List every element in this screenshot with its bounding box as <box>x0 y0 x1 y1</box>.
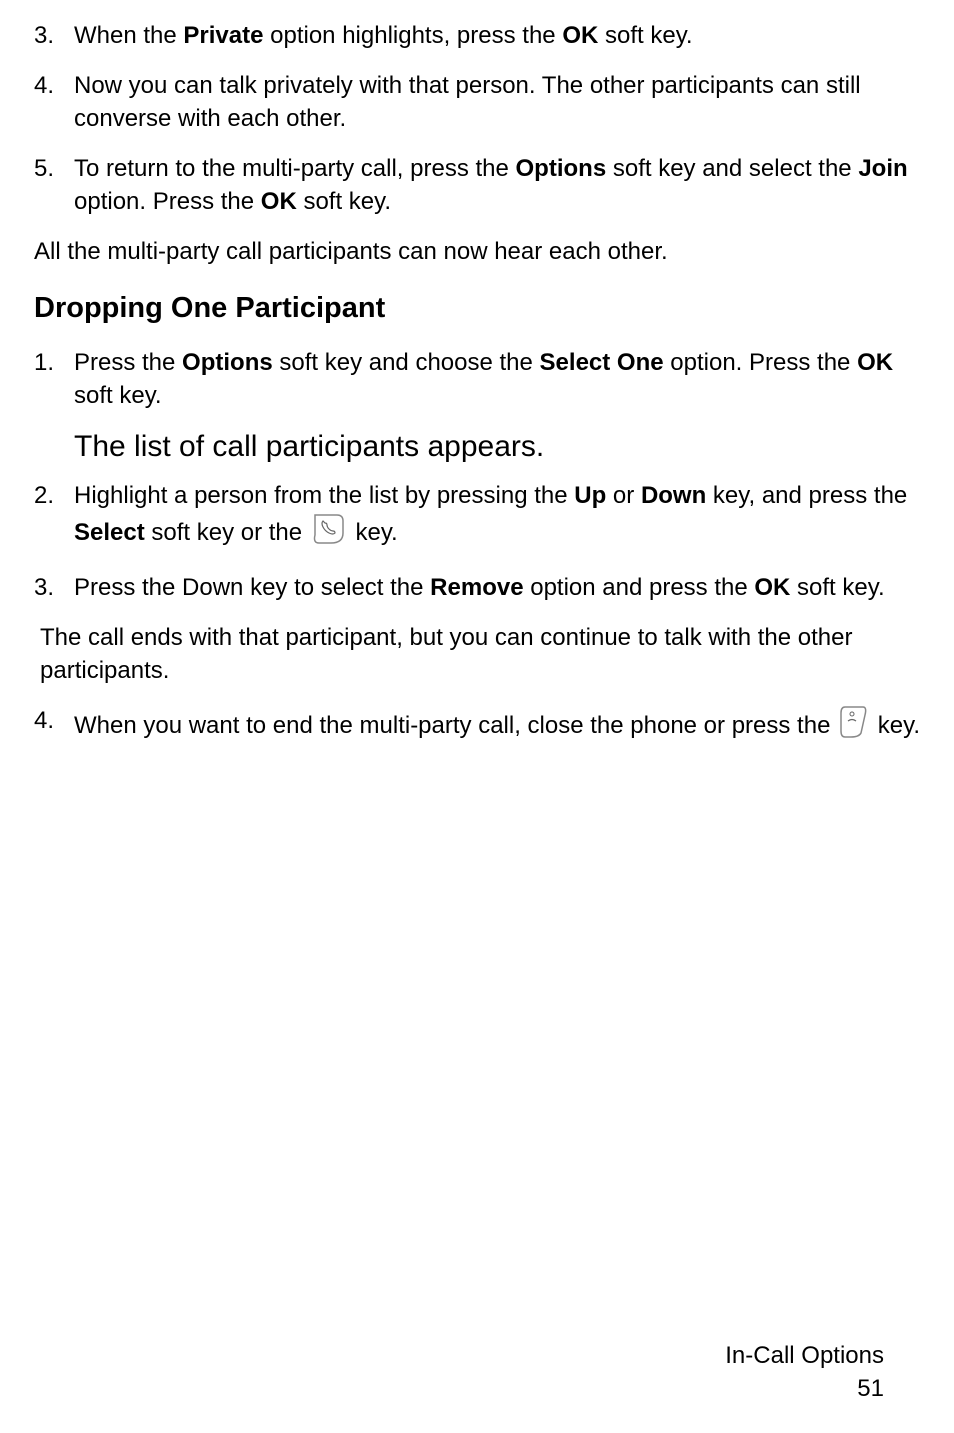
list-number: 4. <box>34 705 74 748</box>
list-item: 2. Highlight a person from the list by p… <box>34 480 920 554</box>
paragraph: The call ends with that participant, but… <box>40 622 920 687</box>
list-content: Now you can talk privately with that per… <box>74 70 920 135</box>
page-footer: In-Call Options 51 <box>725 1340 884 1405</box>
list-content: When you want to end the multi-party cal… <box>74 705 920 748</box>
page-number: 51 <box>725 1373 884 1405</box>
list-item: 5. To return to the multi-party call, pr… <box>34 153 920 218</box>
list-content: When the Private option highlights, pres… <box>74 20 920 52</box>
call-key-icon <box>311 513 347 554</box>
sub-paragraph: The list of call participants appears. <box>74 430 920 464</box>
instruction-list-1: 3. When the Private option highlights, p… <box>34 20 920 218</box>
instruction-list-2: 1. Press the Options soft key and choose… <box>34 347 920 412</box>
list-item: 4. Now you can talk privately with that … <box>34 70 920 135</box>
end-call-key-icon <box>839 705 869 748</box>
list-content: Highlight a person from the list by pres… <box>74 480 920 554</box>
list-number: 1. <box>34 347 74 412</box>
instruction-list-3: 2. Highlight a person from the list by p… <box>34 480 920 604</box>
list-number: 2. <box>34 480 74 554</box>
list-number: 5. <box>34 153 74 218</box>
list-number: 3. <box>34 20 74 52</box>
list-item: 3. Press the Down key to select the Remo… <box>34 572 920 604</box>
section-heading: Dropping One Participant <box>34 292 920 325</box>
list-number: 4. <box>34 70 74 135</box>
list-content: To return to the multi-party call, press… <box>74 153 920 218</box>
instruction-list-4: 4. When you want to end the multi-party … <box>34 705 920 748</box>
paragraph: All the multi-party call participants ca… <box>34 236 920 268</box>
list-item: 1. Press the Options soft key and choose… <box>34 347 920 412</box>
list-content: Press the Down key to select the Remove … <box>74 572 920 604</box>
list-content: Press the Options soft key and choose th… <box>74 347 920 412</box>
list-item: 3. When the Private option highlights, p… <box>34 20 920 52</box>
list-item: 4. When you want to end the multi-party … <box>34 705 920 748</box>
footer-title: In-Call Options <box>725 1340 884 1372</box>
list-number: 3. <box>34 572 74 604</box>
